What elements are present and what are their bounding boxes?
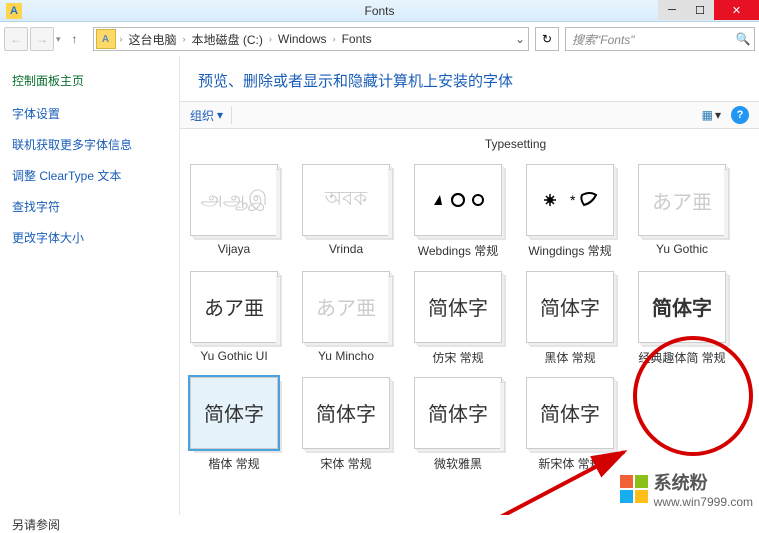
svg-text:*: * bbox=[570, 192, 576, 208]
font-grid: Typesetting அஆஇ Vijaya অবক Vrinda Webdings 常… bbox=[180, 129, 759, 489]
font-thumbnail[interactable]: 简体字 bbox=[526, 271, 614, 343]
chevron-right-icon[interactable]: › bbox=[181, 34, 188, 44]
folder-icon: A bbox=[96, 29, 116, 49]
font-item[interactable]: 简体字经典趣体简 常规 bbox=[634, 271, 730, 375]
help-button[interactable]: ? bbox=[731, 106, 749, 124]
microsoft-logo-icon bbox=[620, 475, 648, 503]
font-item[interactable]: あア亜 Yu Mincho bbox=[298, 271, 394, 375]
font-item[interactable]: あア亜 Yu Gothic UI bbox=[186, 271, 282, 375]
forward-button[interactable]: → bbox=[30, 27, 54, 51]
watermark-url: www.win7999.com bbox=[654, 495, 753, 509]
font-item[interactable]: 简体字楷体 常规 bbox=[186, 377, 282, 481]
sidebar-link-font-settings[interactable]: 字体设置 bbox=[12, 105, 167, 122]
font-label: Yu Gothic bbox=[656, 242, 708, 256]
font-item[interactable]: Webdings 常规 bbox=[410, 164, 506, 268]
chevron-down-icon: ▾ bbox=[217, 108, 223, 122]
font-item[interactable]: অবক Vrinda bbox=[298, 164, 394, 268]
font-thumbnail[interactable]: 简体字 bbox=[414, 271, 502, 343]
font-item[interactable]: あア亜 Yu Gothic bbox=[634, 164, 730, 268]
sidebar-title[interactable]: 控制面板主页 bbox=[12, 72, 167, 89]
title-bar: A Fonts ─ ☐ ✕ bbox=[0, 0, 759, 22]
history-dropdown[interactable]: ▾ bbox=[56, 34, 61, 45]
font-label: 经典趣体简 常规 bbox=[638, 349, 725, 366]
breadcrumb-item[interactable]: Windows bbox=[274, 32, 331, 46]
font-label: 仿宋 常规 bbox=[432, 349, 483, 366]
chevron-right-icon[interactable]: › bbox=[331, 34, 338, 44]
font-thumbnail[interactable]: * bbox=[526, 164, 614, 236]
font-label: 黑体 常规 bbox=[544, 349, 595, 366]
font-label: Vrinda bbox=[329, 242, 363, 256]
sidebar-link-find-char[interactable]: 查找字符 bbox=[12, 198, 167, 215]
sidebar-link-cleartype[interactable]: 调整 ClearType 文本 bbox=[12, 167, 167, 184]
group-label: Typesetting bbox=[186, 137, 759, 160]
font-thumbnail[interactable]: 简体字 bbox=[302, 377, 390, 449]
search-icon[interactable]: 🔍 bbox=[732, 32, 754, 46]
search-input[interactable]: 搜索"Fonts" 🔍 bbox=[565, 27, 755, 51]
up-button[interactable]: ↑ bbox=[63, 27, 87, 51]
page-heading: 预览、删除或者显示和隐藏计算机上安装的字体 bbox=[180, 56, 759, 101]
close-button[interactable]: ✕ bbox=[714, 0, 759, 20]
window-title: Fonts bbox=[364, 4, 394, 18]
organize-button[interactable]: 组织 ▾ bbox=[190, 107, 223, 124]
window-controls: ─ ☐ ✕ bbox=[658, 0, 759, 20]
breadcrumb-dropdown[interactable]: ⌄ bbox=[512, 32, 528, 46]
toolbar: 组织 ▾ ▦ ▾ ? bbox=[180, 101, 759, 129]
watermark: 系统粉 www.win7999.com bbox=[620, 469, 753, 509]
font-thumbnail[interactable]: あア亜 bbox=[638, 164, 726, 236]
sidebar-link-online-fonts[interactable]: 联机获取更多字体信息 bbox=[12, 136, 167, 153]
font-label: Vijaya bbox=[218, 242, 250, 256]
breadcrumb-item[interactable]: 本地磁盘 (C:) bbox=[188, 31, 267, 48]
font-thumbnail[interactable]: அஆஇ bbox=[190, 164, 278, 236]
font-item[interactable]: 简体字宋体 常规 bbox=[298, 377, 394, 481]
sidebar-link-change-size[interactable]: 更改字体大小 bbox=[12, 229, 167, 246]
font-label: Webdings 常规 bbox=[418, 242, 498, 259]
font-label: 新宋体 常规 bbox=[538, 455, 601, 472]
font-item[interactable]: 简体字微软雅黑 bbox=[410, 377, 506, 481]
font-item[interactable]: * Wingdings 常规 bbox=[522, 164, 618, 268]
see-also-heading: 另请参阅 bbox=[12, 516, 167, 533]
font-label: Wingdings 常规 bbox=[528, 242, 611, 259]
breadcrumb-item[interactable]: Fonts bbox=[338, 32, 376, 46]
minimize-button[interactable]: ─ bbox=[658, 0, 686, 20]
view-button[interactable]: ▦ ▾ bbox=[702, 108, 721, 122]
font-thumbnail[interactable]: 简体字 bbox=[526, 377, 614, 449]
toolbar-separator bbox=[231, 106, 232, 124]
content-area: 控制面板主页 字体设置 联机获取更多字体信息 调整 ClearType 文本 查… bbox=[0, 56, 759, 515]
app-icon: A bbox=[6, 3, 22, 19]
font-thumbnail[interactable]: あア亜 bbox=[302, 271, 390, 343]
organize-label: 组织 bbox=[190, 107, 214, 124]
sidebar: 控制面板主页 字体设置 联机获取更多字体信息 调整 ClearType 文本 查… bbox=[0, 56, 180, 515]
font-thumbnail[interactable]: 简体字 bbox=[414, 377, 502, 449]
font-thumbnail[interactable]: 简体字 bbox=[190, 377, 278, 449]
font-label: Yu Gothic UI bbox=[200, 349, 267, 363]
font-thumbnail[interactable] bbox=[414, 164, 502, 236]
nav-bar: ← → ▾ ↑ A › 这台电脑 › 本地磁盘 (C:) › Windows ›… bbox=[0, 22, 759, 56]
font-label: 宋体 常规 bbox=[320, 455, 371, 472]
view-icon: ▦ bbox=[702, 108, 713, 122]
font-thumbnail[interactable]: অবক bbox=[302, 164, 390, 236]
font-label: Yu Mincho bbox=[318, 349, 374, 363]
breadcrumb[interactable]: A › 这台电脑 › 本地磁盘 (C:) › Windows › Fonts ⌄ bbox=[93, 27, 529, 51]
chevron-right-icon[interactable]: › bbox=[118, 34, 125, 44]
font-item[interactable]: அஆஇ Vijaya bbox=[186, 164, 282, 268]
main-panel: 预览、删除或者显示和隐藏计算机上安装的字体 组织 ▾ ▦ ▾ ? Typeset… bbox=[180, 56, 759, 515]
chevron-down-icon: ▾ bbox=[715, 108, 721, 122]
back-button[interactable]: ← bbox=[4, 27, 28, 51]
breadcrumb-item[interactable]: 这台电脑 bbox=[125, 31, 181, 48]
watermark-brand: 系统粉 bbox=[654, 469, 753, 495]
font-item[interactable]: 简体字黑体 常规 bbox=[522, 271, 618, 375]
font-thumbnail[interactable]: 简体字 bbox=[638, 271, 726, 343]
font-label: 微软雅黑 bbox=[434, 455, 482, 472]
font-thumbnail[interactable]: あア亜 bbox=[190, 271, 278, 343]
maximize-button[interactable]: ☐ bbox=[686, 0, 714, 20]
refresh-button[interactable]: ↻ bbox=[535, 27, 559, 51]
font-label: 楷体 常规 bbox=[208, 455, 259, 472]
search-placeholder: 搜索"Fonts" bbox=[566, 31, 732, 48]
font-item[interactable]: 简体字仿宋 常规 bbox=[410, 271, 506, 375]
font-item[interactable]: 简体字新宋体 常规 bbox=[522, 377, 618, 481]
chevron-right-icon[interactable]: › bbox=[267, 34, 274, 44]
